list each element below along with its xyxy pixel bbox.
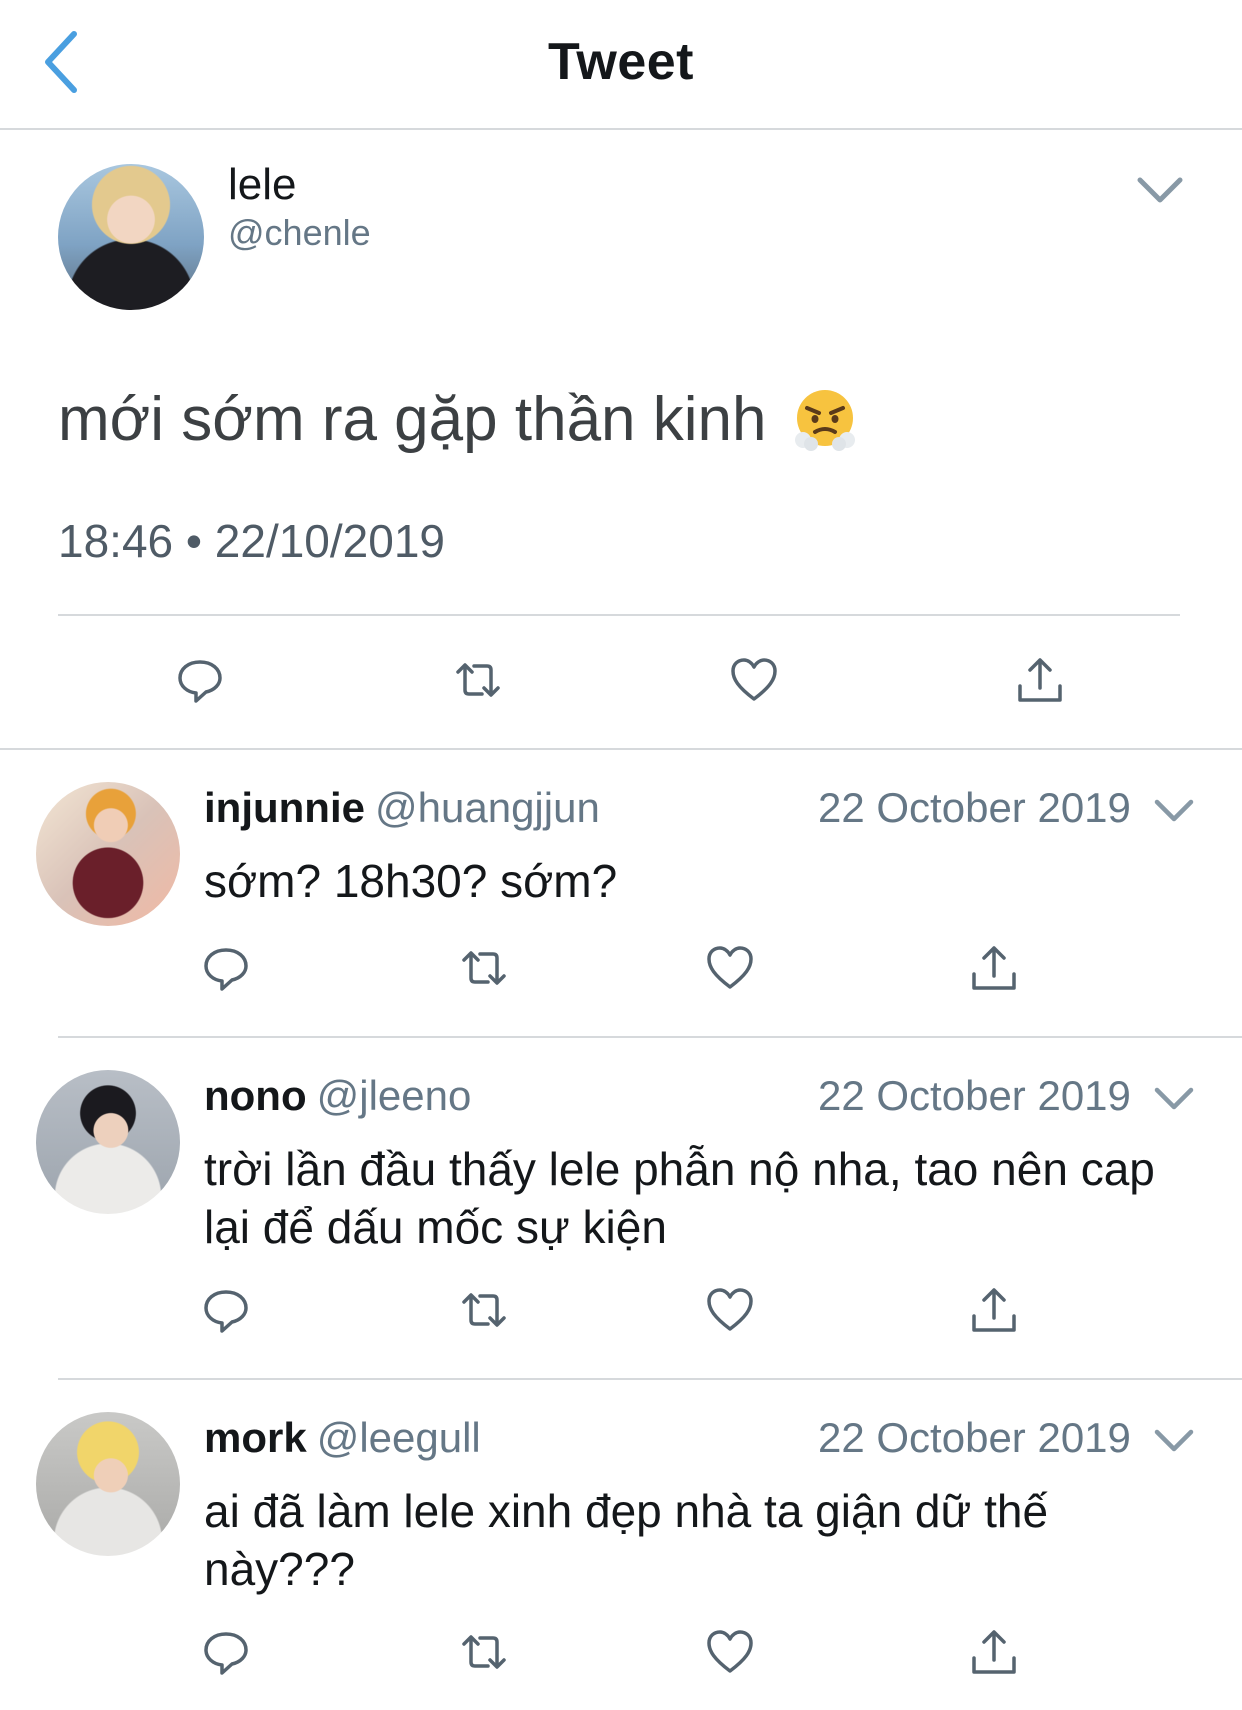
reply-tweet[interactable]: injunnie @huangjjun 22 October 2019 sớm? … bbox=[0, 750, 1242, 1036]
share-icon bbox=[972, 1630, 1016, 1674]
chevron-down-icon[interactable] bbox=[1152, 796, 1196, 826]
retweet-icon bbox=[462, 1293, 506, 1327]
page-title: Tweet bbox=[547, 33, 694, 91]
author-handle[interactable]: @jleeno bbox=[317, 1072, 472, 1119]
author-name[interactable]: mork bbox=[204, 1414, 307, 1461]
chevron-down-icon[interactable] bbox=[1152, 1426, 1196, 1456]
share-icon bbox=[972, 1288, 1016, 1332]
retweet-button[interactable] bbox=[454, 938, 514, 998]
retweet-icon bbox=[462, 1635, 506, 1669]
avatar[interactable] bbox=[36, 782, 180, 926]
share-button[interactable] bbox=[964, 938, 1024, 998]
reply-date: 22 October 2019 bbox=[818, 1072, 1131, 1119]
share-icon bbox=[972, 946, 1016, 990]
reply-tweet[interactable]: nono @jleeno 22 October 2019 trời lần đầu… bbox=[0, 1038, 1242, 1378]
reply-date: 22 October 2019 bbox=[818, 784, 1131, 831]
tweet-actions bbox=[0, 1622, 1242, 1692]
tweet-actions bbox=[0, 650, 1242, 730]
heart-icon bbox=[731, 658, 777, 701]
reply-text: ai đã làm lele xinh đẹp nhà ta giận dữ t… bbox=[204, 1485, 1049, 1595]
avatar[interactable] bbox=[36, 1412, 180, 1556]
author-name[interactable]: injunnie bbox=[204, 784, 365, 831]
avatar[interactable] bbox=[58, 164, 204, 310]
comment-icon bbox=[204, 1632, 248, 1675]
tweet-actions bbox=[0, 1280, 1242, 1350]
reply-button[interactable] bbox=[196, 1622, 256, 1682]
like-button[interactable] bbox=[700, 938, 760, 998]
tweet-actions bbox=[0, 938, 1242, 1008]
nav-bar: Tweet bbox=[0, 0, 1242, 130]
comment-icon bbox=[178, 660, 222, 703]
reply-text: sớm? 18h30? sớm? bbox=[204, 855, 618, 907]
main-tweet: lele @chenle mới sớm ra gặp thần kinh 18… bbox=[0, 130, 1242, 750]
share-icon bbox=[1018, 658, 1062, 702]
retweet-icon bbox=[462, 951, 506, 985]
tweet-timestamp: 18:46 • 22/10/2019 bbox=[58, 515, 446, 567]
tweet-text-content: mới sớm ra gặp thần kinh bbox=[58, 385, 767, 454]
heart-icon bbox=[707, 946, 753, 989]
heart-icon bbox=[707, 1630, 753, 1673]
author-handle[interactable]: @huangjjun bbox=[375, 784, 600, 831]
reply-date: 22 October 2019 bbox=[818, 1414, 1131, 1461]
share-button[interactable] bbox=[1010, 650, 1070, 710]
chevron-down-icon[interactable] bbox=[1152, 1084, 1196, 1114]
author-name[interactable]: nono bbox=[204, 1072, 307, 1119]
retweet-icon bbox=[456, 663, 500, 697]
retweet-button[interactable] bbox=[448, 650, 508, 710]
comment-icon bbox=[204, 948, 248, 991]
comment-icon bbox=[204, 1290, 248, 1333]
reply-author: injunnie @huangjjun bbox=[204, 784, 600, 832]
like-button[interactable] bbox=[700, 1280, 760, 1340]
share-button[interactable] bbox=[964, 1622, 1024, 1682]
chevron-down-icon[interactable] bbox=[1134, 170, 1186, 210]
author-name[interactable]: lele bbox=[228, 160, 297, 210]
tweet-text: mới sớm ra gặp thần kinh bbox=[58, 384, 859, 455]
author-handle[interactable]: @leegull bbox=[317, 1414, 481, 1461]
heart-icon bbox=[707, 1288, 753, 1331]
reply-button[interactable] bbox=[170, 650, 230, 710]
share-button[interactable] bbox=[964, 1280, 1024, 1340]
angry-face-emoji-icon bbox=[794, 389, 855, 451]
author-handle[interactable]: @chenle bbox=[228, 212, 371, 254]
retweet-button[interactable] bbox=[454, 1622, 514, 1682]
avatar[interactable] bbox=[36, 1070, 180, 1214]
like-button[interactable] bbox=[724, 650, 784, 710]
retweet-button[interactable] bbox=[454, 1280, 514, 1340]
reply-text: trời lần đầu thấy lele phẫn nộ nha, tao … bbox=[204, 1143, 1155, 1253]
reply-author: nono @jleeno bbox=[204, 1072, 471, 1120]
reply-author: mork @leegull bbox=[204, 1414, 481, 1462]
divider bbox=[58, 614, 1180, 616]
like-button[interactable] bbox=[700, 1622, 760, 1682]
reply-tweet[interactable]: mork @leegull 22 October 2019 ai đã làm l… bbox=[0, 1380, 1242, 1710]
reply-button[interactable] bbox=[196, 938, 256, 998]
reply-button[interactable] bbox=[196, 1280, 256, 1340]
